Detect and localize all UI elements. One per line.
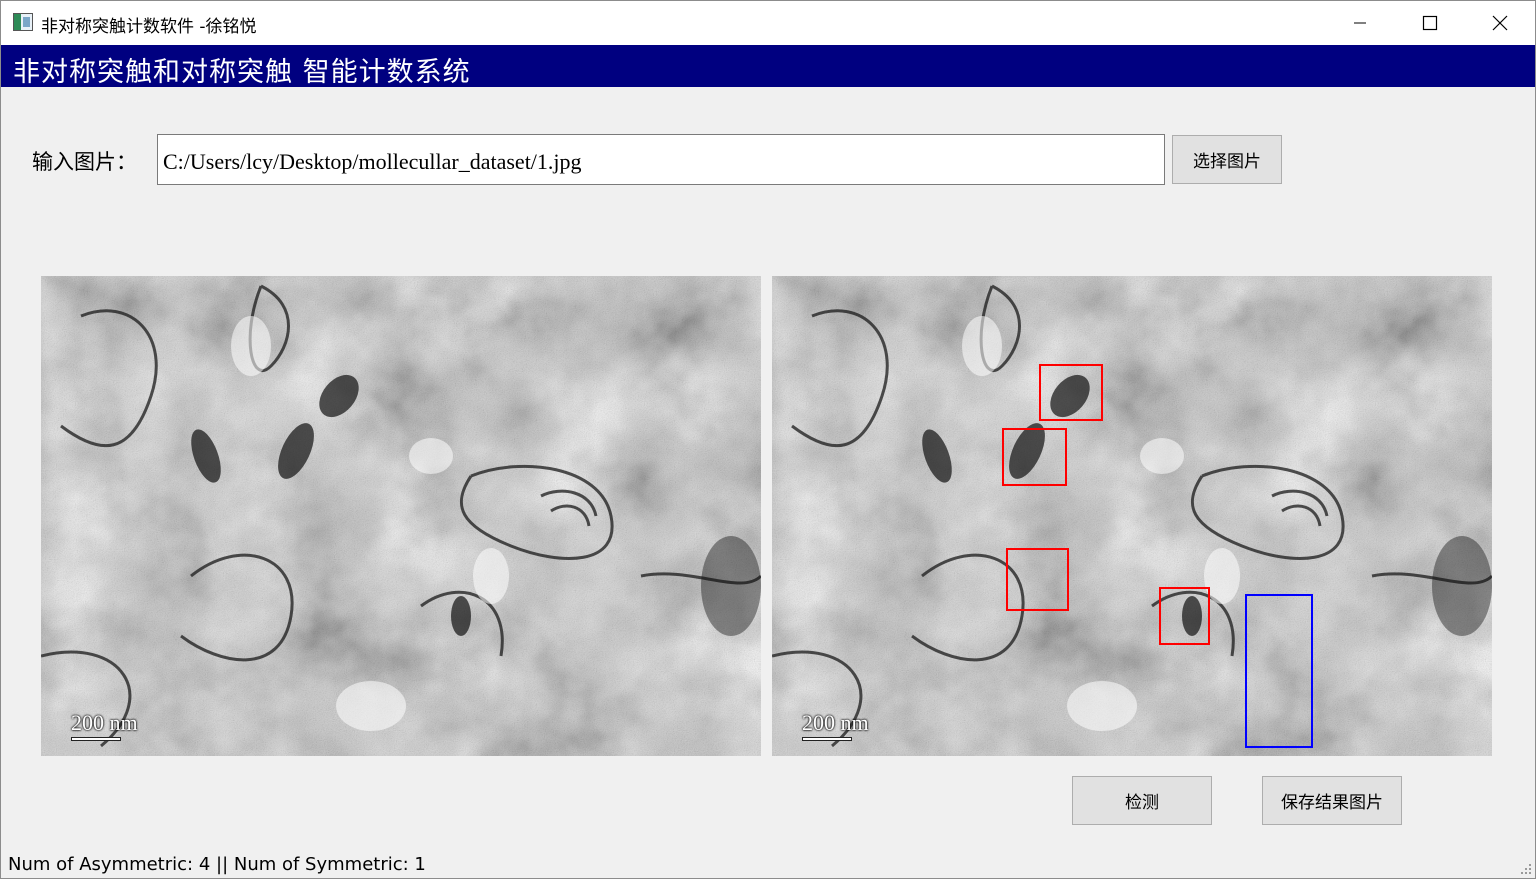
scale-bar-label: 200 nm bbox=[71, 710, 138, 735]
scale-bar bbox=[802, 737, 852, 741]
close-button[interactable] bbox=[1465, 1, 1535, 45]
maximize-icon bbox=[1422, 15, 1438, 31]
image-path-input[interactable] bbox=[157, 134, 1165, 185]
minimize-icon bbox=[1354, 22, 1366, 24]
app-window: 非对称突触计数软件 -徐铭悦 非对称突触和对称突触 智能计数系统 输入图片： 选… bbox=[0, 0, 1536, 879]
asymmetric-detection-box bbox=[1006, 548, 1069, 611]
symmetric-detection-box bbox=[1245, 594, 1313, 748]
save-result-image-button[interactable]: 保存结果图片 bbox=[1262, 776, 1402, 825]
scale-bar bbox=[71, 737, 121, 741]
asymmetric-detection-box bbox=[1039, 364, 1103, 421]
detect-button[interactable]: 检测 bbox=[1072, 776, 1212, 825]
close-icon bbox=[1492, 15, 1508, 31]
window-title: 非对称突触计数软件 -徐铭悦 bbox=[41, 17, 257, 37]
minimize-button[interactable] bbox=[1325, 1, 1395, 45]
header-title: 非对称突触和对称突触 智能计数系统 bbox=[13, 57, 471, 88]
status-count-text: Num of Asymmetric: 4 || Num of Symmetric… bbox=[8, 854, 426, 875]
resize-grip-icon[interactable] bbox=[1520, 863, 1532, 875]
app-window-icon bbox=[13, 13, 33, 31]
asymmetric-detection-box bbox=[1159, 587, 1210, 645]
scale-bar-label: 200 nm bbox=[802, 710, 869, 735]
original-image-panel: 200 nm bbox=[41, 276, 761, 756]
result-image-panel: 200 nm bbox=[772, 276, 1492, 756]
select-image-button[interactable]: 选择图片 bbox=[1172, 135, 1282, 184]
electron-micrograph bbox=[41, 276, 761, 756]
title-bar[interactable]: 非对称突触计数软件 -徐铭悦 bbox=[1, 1, 1535, 45]
header-banner: 非对称突触和对称突触 智能计数系统 bbox=[1, 45, 1535, 88]
maximize-button[interactable] bbox=[1395, 1, 1465, 45]
input-image-label: 输入图片： bbox=[32, 150, 137, 174]
asymmetric-detection-box bbox=[1002, 428, 1067, 486]
electron-micrograph-with-detections bbox=[772, 276, 1492, 756]
